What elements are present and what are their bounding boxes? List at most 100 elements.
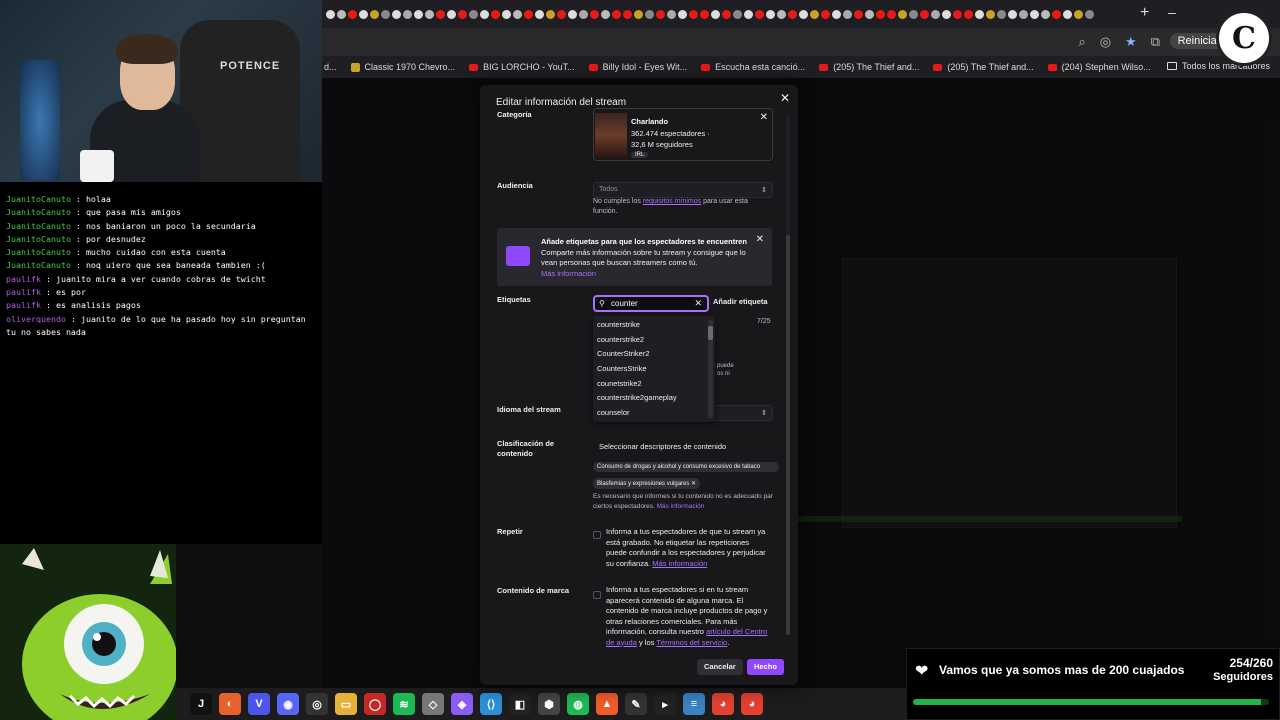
tab-favicon-icon[interactable]	[986, 9, 995, 19]
tag-search-input[interactable]	[611, 299, 691, 308]
bookmark-item[interactable]: Billy Idol - Eyes Wit...	[588, 62, 687, 72]
tab-favicon-icon[interactable]	[1041, 9, 1050, 19]
tab-favicon-icon[interactable]	[667, 9, 676, 19]
min-requirements-link[interactable]: requisitos mínimos	[643, 198, 701, 205]
tag-suggestions-dropdown[interactable]: counterstrike counterstrike2 CounterStrike…	[593, 316, 715, 422]
bookmark-item[interactable]: Classic 1970 Chevro...	[350, 62, 455, 72]
bookmark-item[interactable]: (204) Stephen Wilso...	[1047, 62, 1151, 72]
tag-suggestion[interactable]: CountersStrike	[593, 362, 715, 377]
minimize-icon[interactable]: –	[1168, 4, 1176, 20]
tab-favicon-icon[interactable]	[777, 9, 786, 19]
spotify-icon[interactable]: ≋	[393, 693, 415, 715]
tab-favicon-icon[interactable]	[381, 9, 390, 19]
tab-favicon-icon[interactable]	[601, 9, 610, 19]
modal-scrollbar-thumb[interactable]	[786, 235, 790, 635]
app-icon[interactable]: ◧	[509, 693, 531, 715]
tab-favicon-icon[interactable]	[557, 9, 566, 19]
tab-favicon-icon[interactable]	[612, 9, 621, 19]
tab-favicon-icon[interactable]	[469, 9, 478, 19]
tab-favicon-icon[interactable]	[931, 9, 940, 19]
brave-icon[interactable]: ▲	[596, 693, 618, 715]
tab-favicon-icon[interactable]	[348, 9, 357, 19]
tab-favicon-icon[interactable]	[458, 9, 467, 19]
category-tag[interactable]: IRL	[631, 152, 649, 158]
dropdown-scroll-thumb[interactable]	[708, 326, 713, 340]
tab-favicon-icon[interactable]	[755, 9, 764, 19]
chip-profanity[interactable]: Blasfemias y expresiones vulgares ✕	[593, 478, 701, 489]
tab-favicon-icon[interactable]	[799, 9, 808, 19]
tab-favicon-icon[interactable]	[491, 9, 500, 19]
modal-backdrop[interactable]	[322, 78, 1280, 688]
chrome-icon[interactable]: ◕	[712, 693, 734, 715]
address-bar[interactable]: ⌕ ◎ ★ ⧉ Reinicia pa	[322, 28, 1280, 56]
tab-favicon-icon[interactable]	[865, 9, 874, 19]
jetbrains-icon[interactable]: J	[190, 693, 212, 715]
tab-favicon-icon[interactable]	[997, 9, 1006, 19]
tag-suggestion[interactable]: counterstrike2	[593, 333, 715, 348]
tag-suggestion[interactable]: CounterStriker2	[593, 347, 715, 362]
cancel-button[interactable]: Cancelar	[697, 659, 743, 675]
vscode-icon[interactable]: ⟨⟩	[480, 693, 502, 715]
bookmark-item[interactable]: d...	[324, 62, 337, 72]
vivaldi-icon[interactable]: V	[248, 693, 270, 715]
tab-favicon-icon[interactable]	[645, 9, 654, 19]
tab-favicon-icon[interactable]	[953, 9, 962, 19]
tag-suggestion[interactable]: counterstrike	[593, 318, 715, 333]
tab-favicon-icon[interactable]	[1030, 9, 1039, 19]
tab-favicon-icon[interactable]	[546, 9, 555, 19]
terminal-icon[interactable]: ▸	[654, 693, 676, 715]
obs-icon[interactable]: ◎	[306, 693, 328, 715]
repeat-checkbox[interactable]	[593, 531, 601, 539]
tab-favicon-icon[interactable]	[788, 9, 797, 19]
tab-favicon-icon[interactable]	[766, 9, 775, 19]
discord-icon[interactable]: ◉	[277, 693, 299, 715]
tab-favicon-icon[interactable]	[326, 9, 335, 19]
tab-favicon-icon[interactable]	[337, 9, 346, 19]
tab-favicon-icon[interactable]	[579, 9, 588, 19]
tab-favicon-icon[interactable]	[590, 9, 599, 19]
bookmark-item[interactable]: BIG LORCHO - YouT...	[469, 62, 575, 72]
audience-select[interactable]: Todos ⇕	[593, 182, 773, 198]
tab-favicon-icon[interactable]	[843, 9, 852, 19]
app-icon[interactable]: ◇	[422, 693, 444, 715]
content-descriptors-select[interactable]: Seleccionar descriptores de contenido	[599, 442, 726, 451]
close-icon[interactable]: ✕	[780, 91, 790, 105]
tab-favicon-icon[interactable]	[370, 9, 379, 19]
tab-favicon-icon[interactable]	[436, 9, 445, 19]
tab-favicon-icon[interactable]	[909, 9, 918, 19]
bookmark-item[interactable]: (205) The Thief and...	[819, 62, 919, 72]
tab-favicon-icon[interactable]	[832, 9, 841, 19]
new-tab-icon[interactable]: +	[1140, 4, 1149, 22]
repeat-more-info-link[interactable]: Más información	[652, 559, 707, 568]
tab-favicon-icon[interactable]	[414, 9, 423, 19]
notepad-icon[interactable]: ≡	[683, 693, 705, 715]
classification-more-info-link[interactable]: Más información	[657, 503, 705, 510]
tab-favicon-icon[interactable]	[513, 9, 522, 19]
done-button[interactable]: Hecho	[747, 659, 784, 675]
star-icon[interactable]: ★	[1125, 34, 1137, 50]
branded-content-checkbox[interactable]	[593, 591, 601, 599]
promo-more-info-link[interactable]: Más información	[541, 269, 596, 278]
tab-favicon-icon[interactable]	[887, 9, 896, 19]
tab-favicon-icon[interactable]	[1052, 9, 1061, 19]
tab-favicon-icon[interactable]	[700, 9, 709, 19]
spotify-icon[interactable]: ◍	[567, 693, 589, 715]
bookmark-item[interactable]: Escucha esta canció...	[701, 62, 805, 72]
tab-favicon-icon[interactable]	[722, 9, 731, 19]
chrome-icon[interactable]: ◕	[741, 693, 763, 715]
tab-favicon-icon[interactable]	[1074, 9, 1083, 19]
tab-favicon-icon[interactable]	[678, 9, 687, 19]
tab-favicon-icon[interactable]	[821, 9, 830, 19]
tab-favicon-icon[interactable]	[744, 9, 753, 19]
tab-favicon-icon[interactable]	[854, 9, 863, 19]
tag-suggestion[interactable]: counterstrike2gameplay	[593, 391, 715, 406]
tag-suggestion[interactable]: counetstrike2	[593, 377, 715, 392]
add-tag-button[interactable]: Añadir etiqueta	[713, 297, 768, 306]
tab-favicon-icon[interactable]	[359, 9, 368, 19]
tab-favicon-icon[interactable]	[964, 9, 973, 19]
tab-favicon-icon[interactable]	[447, 9, 456, 19]
terms-of-service-link[interactable]: Términos del servicio	[656, 638, 727, 647]
tab-favicon-icon[interactable]	[656, 9, 665, 19]
tab-favicon-icon[interactable]	[1063, 9, 1072, 19]
browser-tab-strip[interactable]: + –	[322, 0, 1280, 28]
